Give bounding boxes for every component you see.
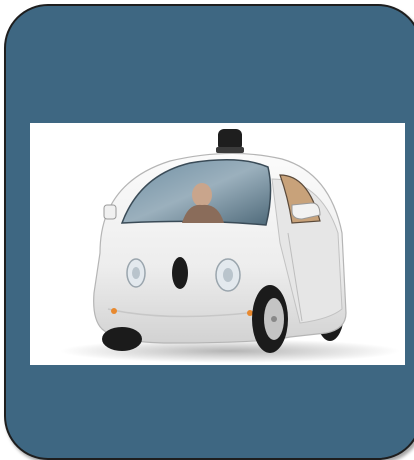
- nose-sensor: [172, 257, 188, 289]
- front-left-wheel: [102, 327, 142, 351]
- right-signal: [247, 310, 253, 316]
- left-signal: [111, 308, 117, 314]
- car-photo: [30, 123, 405, 365]
- self-driving-car-illustration: [60, 129, 400, 363]
- left-mirror: [103, 204, 117, 220]
- passenger-head: [192, 183, 212, 207]
